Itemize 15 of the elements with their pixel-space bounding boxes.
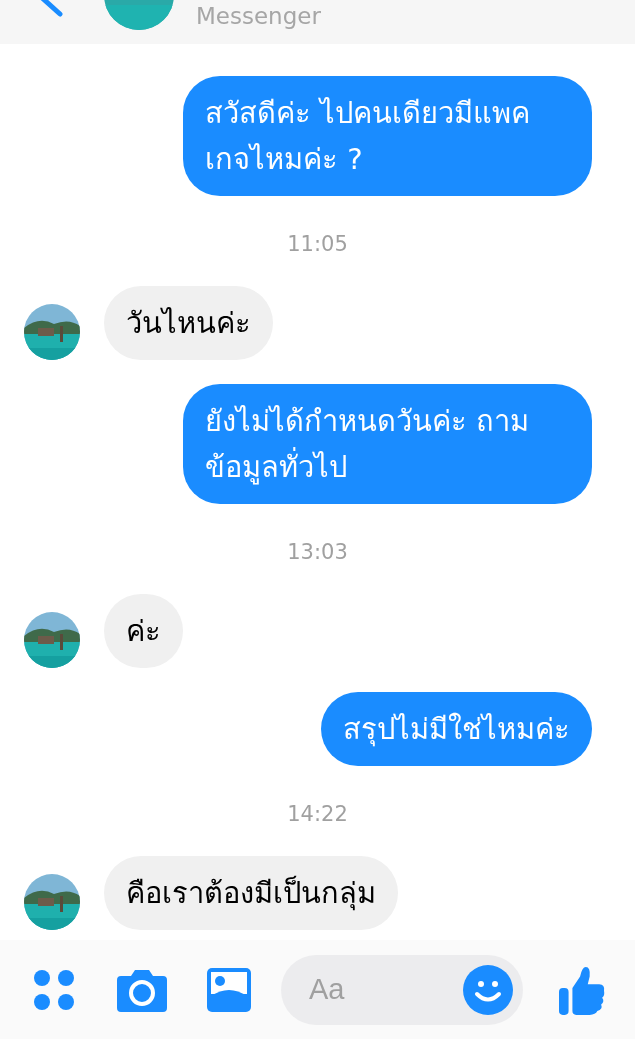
thumbs-up-icon[interactable] [559, 964, 605, 1015]
timestamp: 11:05 [286, 232, 349, 256]
sent-message: สวัสดีค่ะ ไปคนเดียวมีแพคเกจไหมค่ะ ? [183, 76, 592, 196]
timestamp: 13:03 [286, 540, 349, 564]
app-title: Messenger [196, 2, 321, 30]
received-message: คือเราต้องมีเป็นกลุ่ม [104, 856, 398, 930]
sent-message: สรุปไม่มีใช่ไหมค่ะ [321, 692, 592, 766]
emoji-icon[interactable] [463, 964, 513, 1015]
received-message: ค่ะ [104, 594, 183, 668]
menu-icon[interactable] [34, 969, 74, 1010]
image-icon[interactable] [207, 967, 251, 1012]
camera-icon[interactable] [117, 967, 167, 1012]
sent-message: ยังไม่ได้กำหนดวันค่ะ ถามข้อมูลทั่วไป [183, 384, 592, 504]
timestamp: 14:22 [286, 802, 349, 826]
received-message: วันไหนค่ะ [104, 286, 273, 360]
